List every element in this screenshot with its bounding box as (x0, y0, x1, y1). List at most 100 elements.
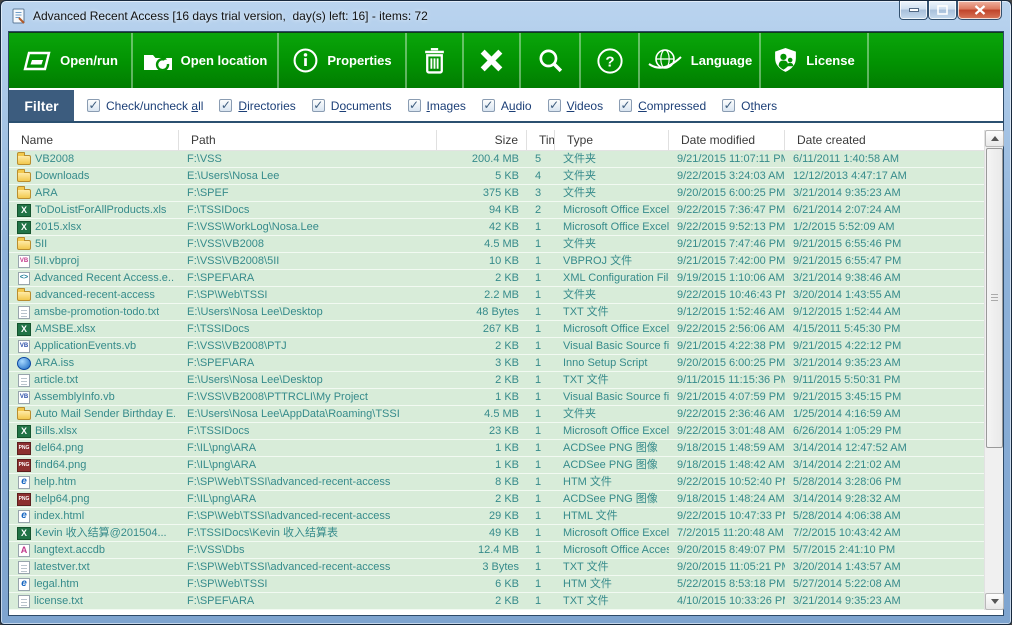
table-row[interactable]: langtext.accdbF:\VSS\Dbs12.4 MB1Microsof… (9, 542, 986, 559)
file-times: 1 (527, 423, 555, 439)
license-button[interactable]: License (761, 33, 869, 88)
file-name: license.txt (34, 593, 83, 609)
file-size: 2 KB (437, 491, 527, 507)
close-button[interactable] (957, 1, 1002, 20)
search-button[interactable] (521, 33, 581, 88)
filter-checkbox-others[interactable]: ✓Others (722, 99, 777, 113)
table-row[interactable]: Advanced Recent Access.e...F:\SPEF\ARA2 … (9, 270, 986, 287)
filter-checkbox-audio[interactable]: ✓ Audio (482, 99, 532, 113)
table-row[interactable]: ToDoListForAllProducts.xlsF:\TSSIDocs94 … (9, 202, 986, 219)
table-row[interactable]: 5IIF:\VSS\VB20084.5 MB1文件夹9/21/2015 7:47… (9, 236, 986, 253)
table-row[interactable]: help.htmF:\SP\Web\TSSI\advanced-recent-a… (9, 474, 986, 491)
up-triangle-icon (991, 136, 999, 141)
table-row[interactable]: latestver.txtF:\SP\Web\TSSI\advanced-rec… (9, 559, 986, 576)
checkbox-label: Images (427, 99, 466, 113)
file-path: F:\TSSIDocs (179, 423, 437, 439)
column-header-type[interactable]: Type (555, 130, 669, 150)
table-row[interactable]: license.txtF:\SPEF\ARA2 KB1TXT 文件4/10/20… (9, 593, 986, 610)
filter-checkbox-documents[interactable]: ✓Documents (312, 99, 392, 113)
checkbox-label: Others (741, 99, 777, 113)
table-row[interactable]: AssemblyInfo.vbF:\VSS\VB2008\PTTRCLI\My … (9, 389, 986, 406)
table-row[interactable]: advanced-recent-accessF:\SP\Web\TSSI2.2 … (9, 287, 986, 304)
file-times: 1 (527, 219, 555, 235)
checkbox-icon: ✓ (482, 99, 495, 112)
column-header-name[interactable]: Name (9, 130, 179, 150)
table-row[interactable]: amsbe-promotion-todo.txtE:\Users\Nosa Le… (9, 304, 986, 321)
table-row[interactable]: help64.pngF:\IL\png\ARA2 KB1ACDSee PNG 图… (9, 491, 986, 508)
table-row[interactable]: Kevin 收入结算@201504...F:\TSSIDocs\Kevin 收入… (9, 525, 986, 542)
date-created: 3/21/2014 9:38:46 AM (785, 270, 986, 286)
table-row[interactable]: 5II.vbprojF:\VSS\VB2008\5II10 KB1VBPROJ … (9, 253, 986, 270)
table-row[interactable]: ARAF:\SPEF375 KB3文件夹9/20/2015 6:00:25 PM… (9, 185, 986, 202)
table-row[interactable]: index.htmlF:\SP\Web\TSSI\advanced-recent… (9, 508, 986, 525)
properties-button[interactable]: Properties (279, 33, 407, 88)
file-path: F:\VSS\VB2008\5II (179, 253, 437, 269)
language-button[interactable]: Language (640, 33, 761, 88)
file-type: Microsoft Office Excel ... (555, 423, 669, 439)
name-cell: ARA.iss (9, 355, 179, 371)
filter-checkbox-compressed[interactable]: ✓Compressed (619, 99, 706, 113)
folder-icon (17, 172, 31, 182)
txt-icon (18, 595, 30, 608)
file-size: 3 Bytes (437, 559, 527, 575)
file-type: Microsoft Office Excel 9... (555, 202, 669, 218)
scroll-up-arrow[interactable] (985, 130, 1004, 147)
checkbox-label: Audio (501, 99, 532, 113)
column-header-path[interactable]: Path (179, 130, 437, 150)
date-created: 9/21/2015 6:55:47 PM (785, 253, 986, 269)
file-name: ARA.iss (35, 355, 74, 371)
table-row[interactable]: Bills.xlsxF:\TSSIDocs23 KB1Microsoft Off… (9, 423, 986, 440)
file-size: 94 KB (437, 202, 527, 218)
maximize-button[interactable] (928, 1, 957, 20)
table-row[interactable]: ApplicationEvents.vbF:\VSS\VB2008\PTJ2 K… (9, 338, 986, 355)
column-header-date-created[interactable]: Date created (785, 130, 986, 150)
table-row[interactable]: Auto Mail Sender Birthday E...E:\Users\N… (9, 406, 986, 423)
properties-label: Properties (327, 53, 391, 68)
vertical-scrollbar[interactable] (984, 130, 1003, 610)
shield-user-icon (773, 47, 798, 74)
help-button[interactable]: ? (581, 33, 640, 88)
table-row[interactable]: VB2008F:\VSS200.4 MB5文件夹9/21/2015 11:07:… (9, 151, 986, 168)
minimize-button[interactable] (899, 1, 928, 20)
filter-checkbox-directories[interactable]: ✓Directories (219, 99, 295, 113)
file-times: 1 (527, 474, 555, 490)
file-name: 2015.xlsx (35, 219, 81, 235)
table-row[interactable]: ARA.issF:\SPEF\ARA3 KB1Inno Setup Script… (9, 355, 986, 372)
date-modified: 9/18/2015 1:48:59 AM (669, 440, 785, 456)
table-row[interactable]: legal.htmF:\SP\Web\TSSI6 KB1HTM 文件5/22/2… (9, 576, 986, 593)
date-modified: 9/18/2015 1:48:24 AM (669, 491, 785, 507)
clear-button[interactable] (464, 33, 521, 88)
date-modified: 9/22/2015 7:36:47 PM (669, 202, 785, 218)
htm-icon (18, 578, 30, 591)
table-row[interactable]: DownloadsE:\Users\Nosa Lee5 KB4文件夹9/22/2… (9, 168, 986, 185)
file-type: Microsoft Office Excel ... (555, 321, 669, 337)
table-row[interactable]: 2015.xlsxF:\VSS\WorkLog\Nosa.Lee42 KB1Mi… (9, 219, 986, 236)
name-cell: help64.png (9, 491, 179, 507)
column-header-date-modified[interactable]: Date modified (669, 130, 785, 150)
table-row[interactable]: article.txtE:\Users\Nosa Lee\Desktop2 KB… (9, 372, 986, 389)
filter-checkbox-videos[interactable]: ✓Videos (548, 99, 603, 113)
filter-checkbox-check-uncheck-all[interactable]: ✓Check/uncheck all (87, 99, 203, 113)
file-path: F:\VSS\Dbs (179, 542, 437, 558)
delete-button[interactable] (407, 33, 464, 88)
column-header-times[interactable]: Times (527, 130, 555, 150)
date-created: 3/20/2014 1:43:57 AM (785, 559, 986, 575)
table-row[interactable]: find64.pngF:\IL\png\ARA1 KB1ACDSee PNG 图… (9, 457, 986, 474)
filter-checkbox-images[interactable]: ✓Images (408, 99, 466, 113)
open-location-button[interactable]: Open location (133, 33, 279, 88)
date-created: 6/11/2011 1:40:58 AM (785, 151, 986, 167)
open-run-button[interactable]: Open/run (9, 33, 133, 88)
folder-icon (17, 291, 31, 301)
x-icon (479, 48, 504, 73)
scrollbar-thumb[interactable] (986, 148, 1003, 448)
scroll-down-arrow[interactable] (985, 593, 1004, 610)
file-size: 2.2 MB (437, 287, 527, 303)
column-header-size[interactable]: Size (437, 130, 527, 150)
table-row[interactable]: del64.pngF:\IL\png\ARA1 KB1ACDSee PNG 图像… (9, 440, 986, 457)
name-cell: Auto Mail Sender Birthday E... (9, 406, 179, 422)
file-size: 48 Bytes (437, 304, 527, 320)
file-name: ToDoListForAllProducts.xls (35, 202, 166, 218)
name-cell: 5II.vbproj (9, 253, 179, 269)
title-bar[interactable]: Advanced Recent Access [16 days trial ve… (1, 1, 1011, 31)
table-row[interactable]: AMSBE.xlsxF:\TSSIDocs267 KB1Microsoft Of… (9, 321, 986, 338)
